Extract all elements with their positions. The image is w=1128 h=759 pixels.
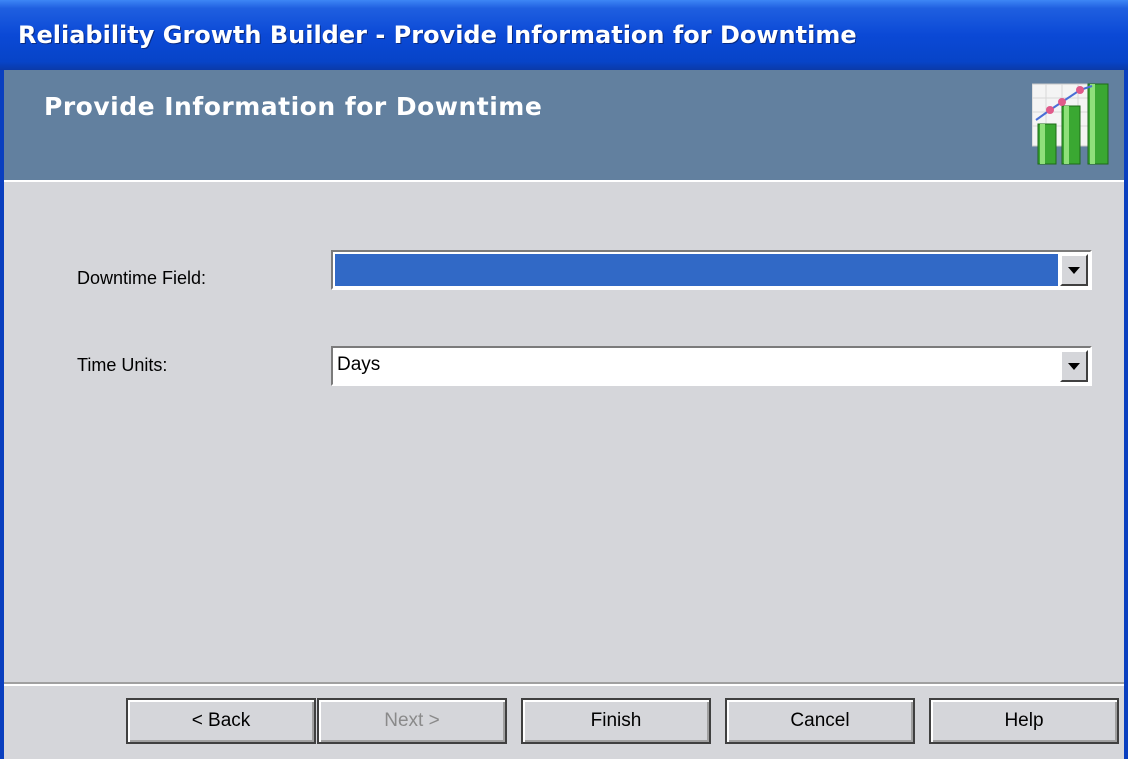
growth-chart-icon	[1032, 83, 1109, 165]
cancel-button[interactable]: Cancel	[725, 698, 915, 744]
wizard-content: Downtime Field: Time Units: Days	[4, 182, 1124, 682]
help-button[interactable]: Help	[929, 698, 1119, 744]
downtime-field-dropdown[interactable]	[331, 250, 1092, 290]
footer-divider	[4, 682, 1124, 686]
downtime-field-label: Downtime Field:	[77, 268, 207, 288]
next-button[interactable]: Next >	[317, 698, 507, 744]
window-title: Reliability Growth Builder - Provide Inf…	[18, 21, 857, 49]
back-button[interactable]: < Back	[126, 698, 316, 744]
wizard-header: Provide Information for Downtime	[4, 70, 1124, 182]
time-units-value: Days	[337, 354, 381, 375]
chevron-down-icon	[1068, 362, 1080, 370]
downtime-field-dropdown-button[interactable]	[1060, 254, 1088, 286]
finish-button[interactable]: Finish	[521, 698, 711, 744]
wizard-window: Reliability Growth Builder - Provide Inf…	[0, 0, 1128, 759]
downtime-field-value	[335, 254, 1058, 286]
time-units-dropdown-button[interactable]	[1060, 350, 1088, 382]
time-units-dropdown[interactable]: Days	[331, 346, 1092, 386]
page-title: Provide Information for Downtime	[44, 92, 543, 121]
chevron-down-icon	[1068, 266, 1080, 274]
title-bar[interactable]: Reliability Growth Builder - Provide Inf…	[0, 0, 1128, 70]
time-units-label: Time Units:	[77, 355, 168, 375]
